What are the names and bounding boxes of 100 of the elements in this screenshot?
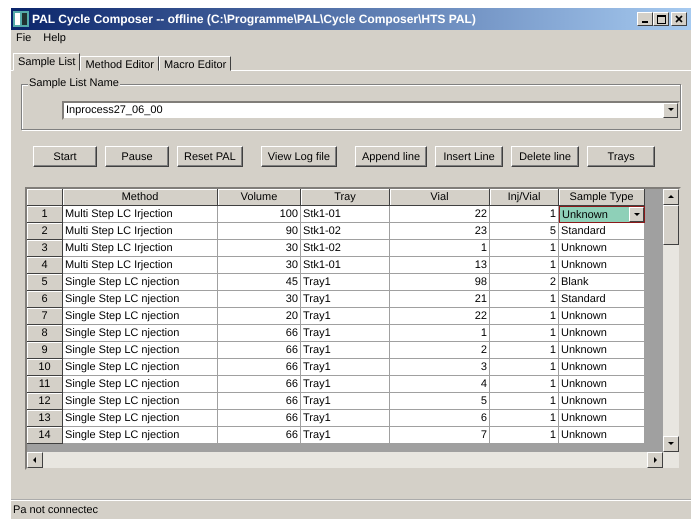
table-cell: 5 (390, 393, 490, 410)
row-number[interactable]: 4 (27, 257, 63, 274)
table-cell: 13 (390, 257, 490, 274)
tab[interactable]: Macro Editor (158, 56, 232, 71)
table-cell: Blank (559, 274, 645, 291)
scroll-thumb[interactable] (663, 205, 679, 245)
table-cell: Single Step LC njection (63, 376, 218, 393)
horizontal-scrollbar[interactable] (27, 452, 679, 468)
row-number[interactable]: 14 (27, 427, 63, 444)
table-cell: Standard (559, 291, 645, 308)
table-cell: Tray1 (301, 325, 390, 342)
toolbar-button[interactable]: Pause (105, 146, 169, 167)
table-cell: 1 (490, 427, 559, 444)
table-cell: 1 (490, 342, 559, 359)
table-cell: 66 (218, 410, 301, 427)
table-cell: Single Step LC njection (63, 308, 218, 325)
table-cell: Unknown (559, 427, 645, 444)
table-cell: 90 (218, 223, 301, 240)
table-cell: Tray1 (301, 274, 390, 291)
row-number[interactable]: 8 (27, 325, 63, 342)
column-header[interactable]: Method (63, 189, 218, 206)
table-cell: 1 (490, 410, 559, 427)
table-cell: Tray1 (301, 342, 390, 359)
table-cell: Single Step LC njection (63, 393, 218, 410)
caret-icon (632, 210, 640, 218)
vertical-scrollbar[interactable] (663, 189, 679, 452)
table-cell: 100 (218, 206, 301, 223)
toolbar-button[interactable]: View Log file (260, 146, 337, 167)
table-cell: 21 (390, 291, 490, 308)
toolbar-button[interactable]: Trays (587, 146, 656, 167)
close-button[interactable] (671, 12, 687, 26)
table-cell: Stk1-01 (301, 257, 390, 274)
table-cell: 30 (218, 240, 301, 257)
column-header[interactable]: Sample Type (559, 189, 645, 206)
row-number[interactable]: 6 (27, 291, 63, 308)
row-number[interactable]: 12 (27, 393, 63, 410)
table-cell: 30 (218, 257, 301, 274)
caret-icon (667, 440, 675, 448)
table-cell: 66 (218, 427, 301, 444)
table-cell: 3 (390, 359, 490, 376)
column-header[interactable]: Inj/Vial (490, 189, 559, 206)
toolbar-button[interactable]: Reset PAL (177, 146, 243, 167)
corner-header[interactable] (27, 189, 63, 206)
table-cell: 66 (218, 342, 301, 359)
table-cell: Single Step LC njection (63, 274, 218, 291)
tab[interactable]: Method Editor (80, 56, 159, 71)
table-cell: Single Step LC njection (63, 342, 218, 359)
menu-item[interactable]: Fie (15, 32, 32, 46)
toolbar-button[interactable]: Delete line (511, 146, 580, 167)
table-cell: Stk1-01 (301, 206, 390, 223)
row-number[interactable]: 11 (27, 376, 63, 393)
table-cell: Single Step LC njection (63, 359, 218, 376)
app-icon (13, 11, 29, 27)
table-cell: Multi Step LC Irjection (63, 223, 218, 240)
table-cell: Stk1-02 (301, 240, 390, 257)
row-number[interactable]: 1 (27, 206, 63, 223)
column-header[interactable]: Tray (301, 189, 390, 206)
sample-type-dropdown[interactable]: Unknown (559, 206, 645, 223)
table-cell: 1 (490, 291, 559, 308)
table-cell: 6 (390, 410, 490, 427)
row-number[interactable]: 5 (27, 274, 63, 291)
row-number[interactable]: 2 (27, 223, 63, 240)
menu-item[interactable]: Help (42, 32, 67, 46)
table-cell: 1 (490, 308, 559, 325)
table-cell: 1 (490, 206, 559, 223)
row-number[interactable]: 10 (27, 359, 63, 376)
table-cell: 66 (218, 325, 301, 342)
sample-list-dropdown[interactable]: Inprocess27_06_00 (62, 100, 680, 120)
toolbar-button[interactable]: Insert Line (435, 146, 504, 167)
table-cell: Tray1 (301, 393, 390, 410)
table-cell: 1 (490, 325, 559, 342)
table-cell: Tray1 (301, 410, 390, 427)
table-cell: Single Step LC njection (63, 325, 218, 342)
table-cell: 98 (390, 274, 490, 291)
toolbar-button[interactable]: Append line (354, 146, 428, 167)
row-number[interactable]: 7 (27, 308, 63, 325)
maximize-icon (656, 14, 666, 24)
column-header[interactable]: Volume (218, 189, 301, 206)
maximize-button[interactable] (653, 12, 669, 26)
table-cell: 1 (490, 376, 559, 393)
table-cell: 1 (390, 325, 490, 342)
row-number[interactable]: 3 (27, 240, 63, 257)
column-header[interactable]: Vial (390, 189, 490, 206)
table-cell: Unknown (559, 342, 645, 359)
toolbar-button[interactable]: Start (33, 146, 97, 167)
table-cell: Single Step LC njection (63, 427, 218, 444)
table-cell: Unknown (559, 240, 645, 257)
row-number[interactable]: 13 (27, 410, 63, 427)
table-cell: Tray1 (301, 308, 390, 325)
minimize-button[interactable] (637, 12, 653, 26)
table-cell: 1 (490, 393, 559, 410)
close-icon (675, 15, 683, 23)
tab[interactable]: Sample List (13, 53, 80, 71)
row-number[interactable]: 9 (27, 342, 63, 359)
table-cell: 66 (218, 393, 301, 410)
table-cell: 66 (218, 359, 301, 376)
table-cell: 66 (218, 376, 301, 393)
table-cell: Tray1 (301, 359, 390, 376)
table-cell: Stk1-02 (301, 223, 390, 240)
table-cell: Multi Step LC Irjection (63, 206, 218, 223)
